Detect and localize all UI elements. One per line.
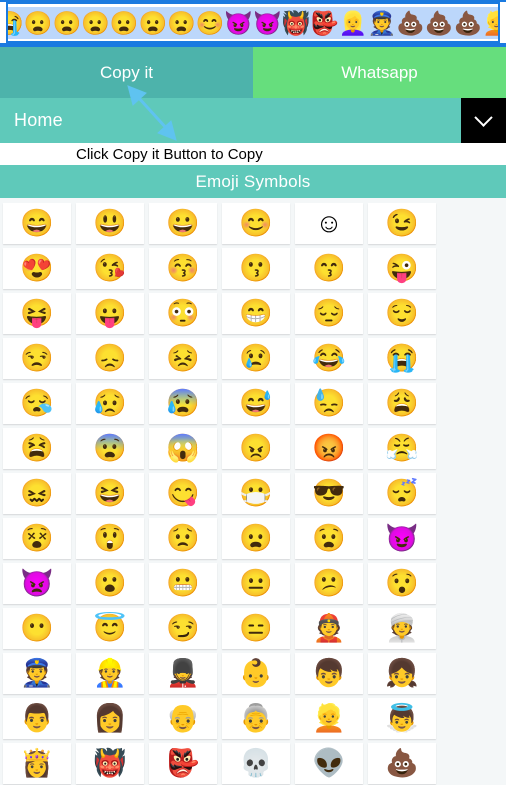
emoji-cell[interactable]: 💂	[149, 653, 217, 694]
emoji-cell[interactable]: 😦	[222, 518, 290, 559]
emoji-cell[interactable]: 😷	[222, 473, 290, 514]
emoji-cell[interactable]: 😆	[76, 473, 144, 514]
emoji-cell[interactable]: 👦	[295, 653, 363, 694]
emoji-cell[interactable]: 👩	[76, 698, 144, 739]
emoji-input-field[interactable]: 😭😦😦😦😦😦😦😊😈😈👹👺👱‍♀️👮💩💩💩👱	[6, 2, 500, 43]
dropdown-toggle-button[interactable]	[461, 98, 506, 143]
emoji-grid: 😄 😃 😀 😊 ☺ 😉 😍 😘 😚 😗 😙 😜 😝 😛 😳 😁 😔 😌 😒 😞 😣 😢 😂 😭 😪 😥 😰 😅 😓 😩 😫 😨 😱 😠 😡 😤 😖 😆 😋 😷…	[0, 198, 506, 785]
emoji-app-window: 😭😦😦😦😦😦😦😊😈😈👹👺👱‍♀️👮💩💩💩👱 Copy it Whatsapp H…	[0, 0, 506, 785]
tab-copy-it[interactable]: Copy it	[0, 47, 253, 98]
emoji-cell[interactable]: 😇	[76, 608, 144, 649]
emoji-cell[interactable]: 👱	[295, 698, 363, 739]
emoji-cell[interactable]: 😃	[76, 203, 144, 244]
tab-copy-it-label: Copy it	[100, 62, 153, 82]
emoji-cell[interactable]: 😪	[3, 383, 71, 424]
emoji-cell[interactable]: 😓	[295, 383, 363, 424]
emoji-cell[interactable]: 😨	[76, 428, 144, 469]
home-navigation-bar: Home	[0, 98, 506, 143]
emoji-cell[interactable]: 😁	[222, 293, 290, 334]
emoji-cell[interactable]: 😎	[295, 473, 363, 514]
emoji-cell[interactable]: 😞	[76, 338, 144, 379]
emoji-cell[interactable]: 💀	[222, 743, 290, 784]
emoji-cell[interactable]: 👲	[295, 608, 363, 649]
emoji-input-container: 😭😦😦😦😦😦😦😊😈😈👹👺👱‍♀️👮💩💩💩👱	[0, 0, 506, 45]
emoji-cell[interactable]: 😘	[76, 248, 144, 289]
emoji-cell[interactable]: 👵	[222, 698, 290, 739]
tab-whatsapp[interactable]: Whatsapp	[253, 47, 506, 98]
emoji-cell[interactable]: 👿	[3, 563, 71, 604]
copy-hint-bar: Click Copy it Button to Copy	[0, 143, 506, 165]
action-tab-bar: Copy it Whatsapp	[0, 45, 506, 98]
emoji-cell[interactable]: 😝	[3, 293, 71, 334]
emoji-cell[interactable]: 😣	[149, 338, 217, 379]
emoji-input-value: 😭😦😦😦😦😦😦😊😈😈👹👺👱‍♀️👮💩💩💩👱	[8, 6, 498, 39]
emoji-cell[interactable]: 👨	[3, 698, 71, 739]
copy-hint-text: Click Copy it Button to Copy	[76, 145, 263, 163]
emoji-cell[interactable]: 😮	[76, 563, 144, 604]
emoji-cell[interactable]: 😀	[149, 203, 217, 244]
emoji-cell[interactable]: 👧	[368, 653, 436, 694]
emoji-cell[interactable]: 😢	[222, 338, 290, 379]
emoji-cell[interactable]: 👳	[368, 608, 436, 649]
emoji-cell[interactable]: 😬	[149, 563, 217, 604]
emoji-cell[interactable]: 😟	[149, 518, 217, 559]
emoji-cell[interactable]: 👮	[3, 653, 71, 694]
emoji-cell[interactable]: 😭	[368, 338, 436, 379]
emoji-cell[interactable]: 😰	[149, 383, 217, 424]
emoji-cell[interactable]: 😈	[368, 518, 436, 559]
emoji-cell[interactable]: 😯	[368, 563, 436, 604]
emoji-cell[interactable]: 👹	[76, 743, 144, 784]
emoji-cell[interactable]: 👼	[368, 698, 436, 739]
emoji-cell[interactable]: 😗	[222, 248, 290, 289]
emoji-cell[interactable]: 😶	[3, 608, 71, 649]
emoji-cell[interactable]: 😴	[368, 473, 436, 514]
emoji-cell[interactable]: 😌	[368, 293, 436, 334]
section-header-emoji-symbols[interactable]: Emoji Symbols	[0, 165, 506, 198]
emoji-cell[interactable]: 😤	[368, 428, 436, 469]
emoji-cell[interactable]: 😍	[3, 248, 71, 289]
emoji-cell[interactable]: 😅	[222, 383, 290, 424]
emoji-cell[interactable]: 😩	[368, 383, 436, 424]
emoji-cell[interactable]: 😵	[3, 518, 71, 559]
emoji-cell[interactable]: 😫	[3, 428, 71, 469]
emoji-cell[interactable]: 😏	[149, 608, 217, 649]
chevron-down-icon	[474, 108, 493, 127]
emoji-cell[interactable]: 😊	[222, 203, 290, 244]
emoji-cell[interactable]: 😕	[295, 563, 363, 604]
emoji-cell[interactable]: ☺	[295, 203, 363, 244]
emoji-cell[interactable]: 😔	[295, 293, 363, 334]
tab-whatsapp-label: Whatsapp	[341, 62, 418, 82]
emoji-cell[interactable]: 😡	[295, 428, 363, 469]
emoji-cell[interactable]: 😚	[149, 248, 217, 289]
emoji-cell[interactable]: 👴	[149, 698, 217, 739]
emoji-cell[interactable]: 😠	[222, 428, 290, 469]
section-title-emoji-symbols: Emoji Symbols	[195, 171, 311, 191]
emoji-cell[interactable]: 😙	[295, 248, 363, 289]
emoji-cell[interactable]: 😋	[149, 473, 217, 514]
emoji-cell[interactable]: 😧	[295, 518, 363, 559]
emoji-cell[interactable]: 👶	[222, 653, 290, 694]
emoji-cell[interactable]: 😜	[368, 248, 436, 289]
emoji-cell[interactable]: 👸	[3, 743, 71, 784]
emoji-cell[interactable]: 😳	[149, 293, 217, 334]
emoji-cell[interactable]: 😐	[222, 563, 290, 604]
home-label[interactable]: Home	[0, 110, 63, 131]
emoji-cell[interactable]: 👽	[295, 743, 363, 784]
emoji-cell[interactable]: 😑	[222, 608, 290, 649]
emoji-cell[interactable]: 😄	[3, 203, 71, 244]
emoji-cell[interactable]: 😖	[3, 473, 71, 514]
emoji-cell[interactable]: 😉	[368, 203, 436, 244]
emoji-cell[interactable]: 💩	[368, 743, 436, 784]
emoji-cell[interactable]: 😒	[3, 338, 71, 379]
emoji-cell[interactable]: 😥	[76, 383, 144, 424]
emoji-cell[interactable]: 😲	[76, 518, 144, 559]
emoji-cell[interactable]: 😱	[149, 428, 217, 469]
emoji-cell[interactable]: 😛	[76, 293, 144, 334]
emoji-cell[interactable]: 😂	[295, 338, 363, 379]
emoji-cell[interactable]: 👷	[76, 653, 144, 694]
emoji-cell[interactable]: 👺	[149, 743, 217, 784]
